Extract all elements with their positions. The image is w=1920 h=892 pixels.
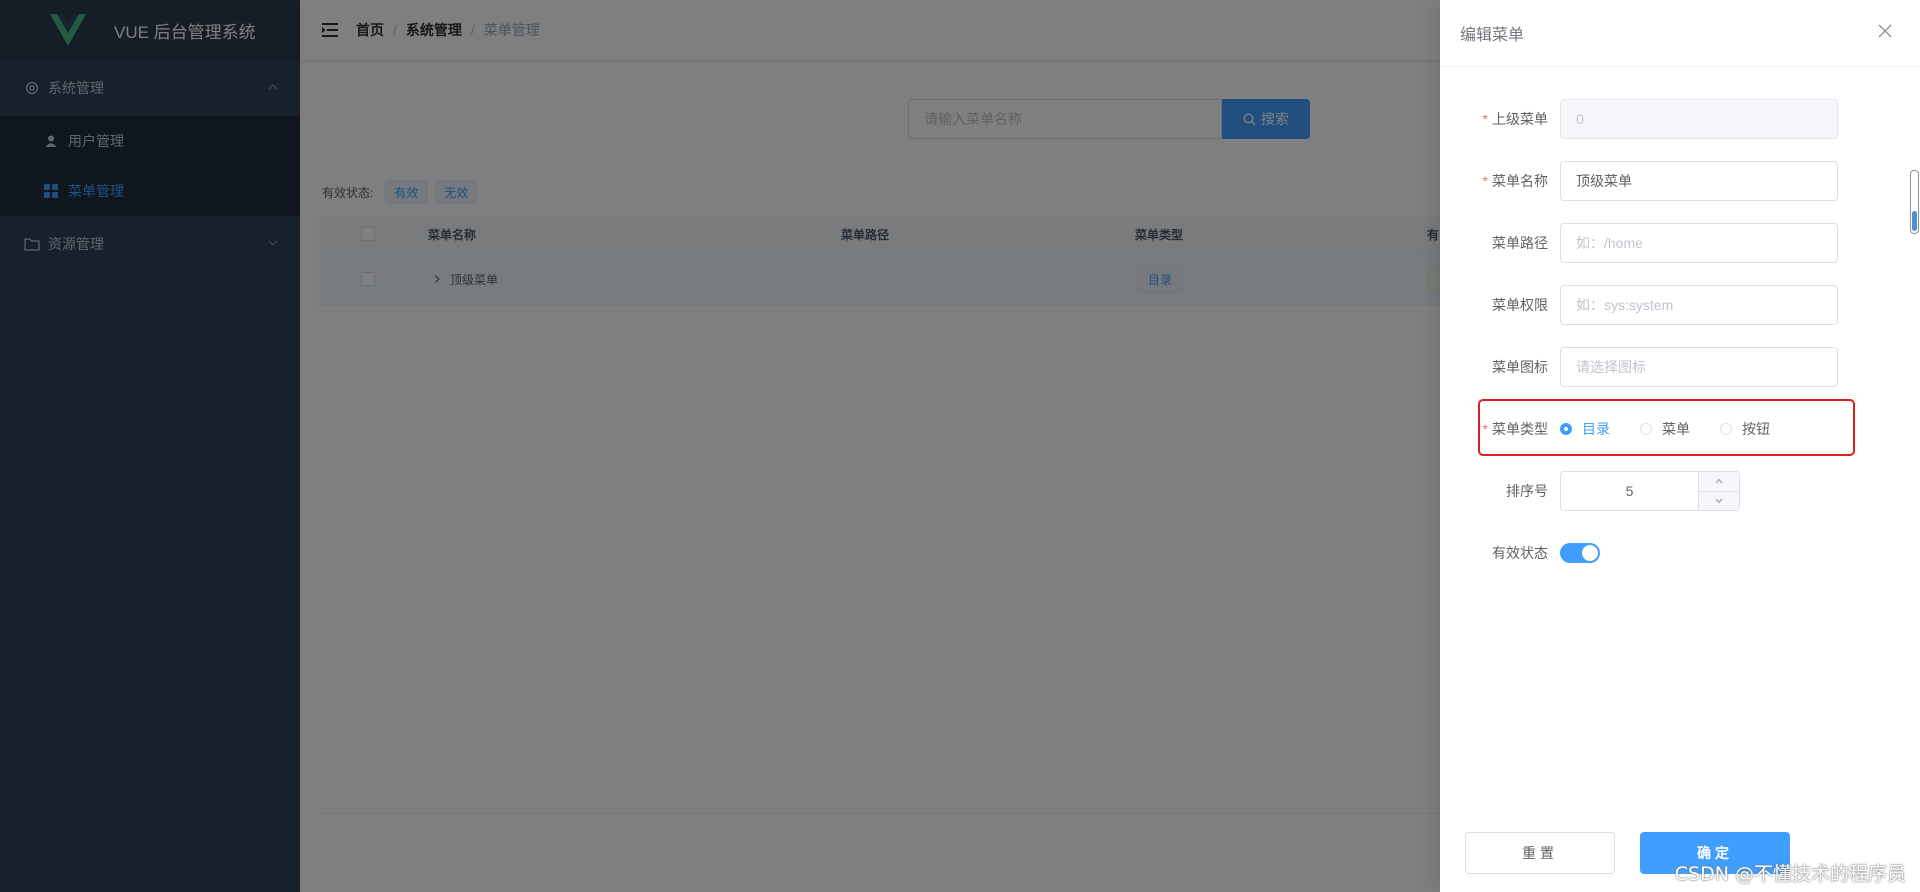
- reset-button[interactable]: 重置: [1465, 832, 1615, 874]
- chevron-down-icon: [1715, 498, 1723, 504]
- form-row-status: 有效状态: [1440, 533, 1920, 573]
- decrement-button[interactable]: [1699, 490, 1739, 511]
- status-toggle[interactable]: [1560, 543, 1600, 563]
- drawer-title: 编辑菜单: [1460, 27, 1525, 44]
- drawer-header: 编辑菜单: [1440, 0, 1920, 67]
- form-row-sort: 排序号 5: [1440, 471, 1920, 511]
- close-icon[interactable]: [1878, 24, 1892, 38]
- parent-menu-field: [1560, 99, 1838, 139]
- form-row-path: 菜单路径: [1440, 223, 1920, 263]
- form-row-parent: * 上级菜单: [1440, 99, 1920, 139]
- watermark: CSDN @不懂技术的程序员: [1674, 863, 1906, 885]
- form-row-icon: 菜单图标: [1440, 347, 1920, 387]
- menu-name-field[interactable]: [1560, 161, 1838, 201]
- stepper-arrows: [1698, 472, 1739, 510]
- field-label: * 上级菜单: [1482, 111, 1548, 127]
- toggle-knob: [1582, 545, 1598, 561]
- menu-path-field[interactable]: [1560, 223, 1838, 263]
- increment-button[interactable]: [1699, 472, 1739, 491]
- scrollbar[interactable]: [1910, 170, 1919, 234]
- field-label: 菜单路径: [1492, 235, 1548, 251]
- field-label: 有效状态: [1492, 545, 1548, 561]
- sort-number-stepper[interactable]: 5: [1560, 471, 1740, 511]
- form-row-perm: 菜单权限: [1440, 285, 1920, 325]
- field-label: 排序号: [1506, 483, 1548, 499]
- form-row-name: * 菜单名称: [1440, 161, 1920, 201]
- annotation-highlight-box: [1478, 399, 1855, 456]
- field-label: * 菜单名称: [1482, 173, 1548, 189]
- stepper-value[interactable]: 5: [1561, 472, 1698, 510]
- scrollbar-thumb[interactable]: [1912, 211, 1917, 231]
- menu-icon-field[interactable]: [1560, 347, 1838, 387]
- field-label: 菜单图标: [1492, 359, 1548, 375]
- field-label: 菜单权限: [1492, 297, 1548, 313]
- menu-permission-field[interactable]: [1560, 285, 1838, 325]
- chevron-up-icon: [1715, 478, 1723, 484]
